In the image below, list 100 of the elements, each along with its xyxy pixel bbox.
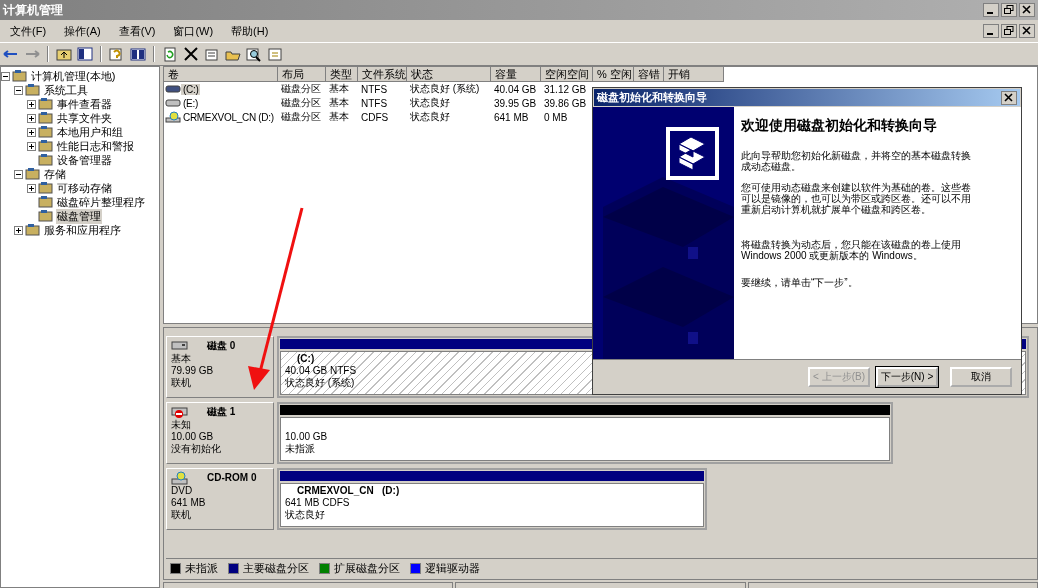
disk-status: 没有初始化 xyxy=(171,443,221,455)
partition-block[interactable]: 10.00 GB 未指派 xyxy=(277,402,893,464)
legend-label: 未指派 xyxy=(185,560,218,576)
tree-node-icon xyxy=(38,97,54,111)
tree-item[interactable]: 磁盘碎片整理程序 xyxy=(56,194,146,210)
expand-icon[interactable] xyxy=(27,113,36,123)
table-cell: 磁盘分区 xyxy=(281,110,321,124)
close-icon[interactable] xyxy=(1001,90,1017,105)
up-folder-icon[interactable] xyxy=(55,46,73,62)
disk-size: 79.99 GB xyxy=(171,365,214,377)
minimize-icon[interactable] xyxy=(983,3,999,17)
tree-toggle-icon[interactable] xyxy=(76,46,94,62)
expand-icon[interactable] xyxy=(27,127,36,137)
tree-node-icon xyxy=(12,69,28,83)
drive-icon xyxy=(165,83,181,95)
cd-drive-icon xyxy=(165,111,181,123)
tree-item[interactable]: 事件查看器 xyxy=(56,96,113,112)
cd-drive-icon xyxy=(171,471,189,485)
tree-item[interactable]: 系统工具 xyxy=(43,82,89,98)
close-icon[interactable] xyxy=(1019,3,1035,17)
table-cell: 状态良好 xyxy=(410,96,450,110)
disk-size: 641 MB xyxy=(171,497,206,509)
table-cell: 状态良好 xyxy=(410,110,450,124)
legend-label: 逻辑驱动器 xyxy=(425,560,480,576)
disk-name: 磁盘 0 xyxy=(207,340,236,352)
wizard-paragraph: 此向导帮助您初始化新磁盘，并将空的基本磁盘转换成动态磁盘。 xyxy=(741,150,972,172)
disk-type: 未知 xyxy=(171,419,191,431)
tree-item[interactable]: 存储 xyxy=(43,166,67,182)
partition-status: 未指派 xyxy=(285,443,315,455)
disk-type: 基本 xyxy=(171,353,191,365)
wizard-paragraph: 您可使用动态磁盘来创建以软件为基础的卷。这些卷可以是镜像的，也可以为带区或跨区卷。还可以不用重新启动计算机就扩展单个磁盘和跨区卷。 xyxy=(741,182,972,215)
tree-node-icon xyxy=(38,195,54,209)
partition-label: CRMEXVOL_CN (D:) xyxy=(296,485,400,497)
wizard-paragraph: 要继续，请单击“下一步”。 xyxy=(741,277,859,288)
partition-block[interactable]: CRMEXVOL_CN (D:) 641 MB CDFS 状态良好 xyxy=(277,468,707,530)
column-header[interactable]: 卷 xyxy=(164,67,278,82)
disk-name: 磁盘 1 xyxy=(207,406,236,418)
drive-icon xyxy=(165,97,181,109)
tree-item[interactable]: 可移动存储 xyxy=(56,180,113,196)
restore-icon[interactable] xyxy=(1001,3,1017,17)
menu-item[interactable]: 文件(F) xyxy=(10,23,47,39)
collapse-icon[interactable] xyxy=(14,85,23,95)
table-cell: 40.04 GB xyxy=(494,83,537,95)
disk-status: 联机 xyxy=(171,377,191,389)
tree-item[interactable]: 性能日志和警报 xyxy=(56,138,135,154)
wizard-paragraph: 将磁盘转换为动态后，您只能在该磁盘的卷上使用 Windows 2000 或更新版本的 Windows。 xyxy=(741,239,962,261)
partition-detail: 10.00 GB xyxy=(285,431,328,443)
expand-icon[interactable] xyxy=(27,99,36,109)
restore-icon[interactable] xyxy=(1001,24,1017,38)
table-cell: 641 MB xyxy=(494,111,529,123)
delete-icon[interactable] xyxy=(182,46,200,62)
disk-status: 联机 xyxy=(171,509,191,521)
table-cell: 基本 xyxy=(329,96,349,110)
table-cell: 基本 xyxy=(329,110,349,124)
column-header[interactable]: 类型 xyxy=(326,67,358,82)
expand-icon[interactable] xyxy=(14,225,23,235)
column-header[interactable]: 状态 xyxy=(407,67,491,82)
tree-node-icon xyxy=(25,167,41,181)
tree-node-icon xyxy=(38,181,54,195)
table-cell: 39.95 GB xyxy=(494,97,537,109)
menu-item[interactable]: 操作(A) xyxy=(64,23,101,39)
tree-item[interactable]: 设备管理器 xyxy=(56,152,113,168)
window-title: 计算机管理 xyxy=(3,1,63,19)
menu-item[interactable]: 帮助(H) xyxy=(231,23,269,39)
column-header[interactable]: 容量 xyxy=(491,67,541,82)
table-cell: NTFS xyxy=(361,83,388,95)
expand-icon[interactable] xyxy=(27,183,36,193)
wizard-button[interactable]: 下一步(N) > xyxy=(876,367,938,387)
column-header[interactable]: 布局 xyxy=(278,67,326,82)
wizard-button[interactable]: 取消 xyxy=(950,367,1012,387)
column-header[interactable]: 文件系统 xyxy=(358,67,407,82)
collapse-icon[interactable] xyxy=(1,71,10,81)
tree-item[interactable]: 服务和应用程序 xyxy=(43,222,122,238)
tree-item[interactable]: 磁盘管理 xyxy=(56,208,102,224)
disk-size: 10.00 GB xyxy=(171,431,214,443)
close-icon[interactable] xyxy=(1019,24,1035,38)
tree-item[interactable]: 共享文件夹 xyxy=(56,110,113,126)
volume-name[interactable]: (C:) xyxy=(181,83,201,95)
partition-status: 状态良好 xyxy=(285,509,325,521)
column-header[interactable]: 容错 xyxy=(634,67,664,82)
column-header[interactable]: 空闲空间 xyxy=(541,67,593,82)
volume-name[interactable]: (E:) xyxy=(181,97,200,109)
tree-node-icon xyxy=(38,111,54,125)
minimize-icon[interactable] xyxy=(983,24,999,38)
volume-name[interactable]: CRMEXVOL_CN (D:) xyxy=(181,111,276,123)
tree-item[interactable]: 本地用户和组 xyxy=(56,124,124,140)
table-cell: 0 MB xyxy=(544,111,568,123)
menu-item[interactable]: 查看(V) xyxy=(118,23,156,39)
column-header[interactable]: % 空闲 xyxy=(593,67,634,82)
table-cell: NTFS xyxy=(361,97,388,109)
panel-icon[interactable] xyxy=(129,46,147,62)
disk-error-icon xyxy=(171,405,189,419)
collapse-icon[interactable] xyxy=(14,169,23,179)
column-header[interactable]: 开销 xyxy=(664,67,724,82)
tree-node-icon xyxy=(38,139,54,153)
tree-item[interactable]: 计算机管理(本地) xyxy=(30,68,117,84)
search-icon[interactable] xyxy=(245,46,263,62)
table-cell: 状态良好 (系统) xyxy=(410,82,480,96)
expand-icon[interactable] xyxy=(27,141,36,151)
menu-item[interactable]: 窗口(W) xyxy=(173,23,214,39)
